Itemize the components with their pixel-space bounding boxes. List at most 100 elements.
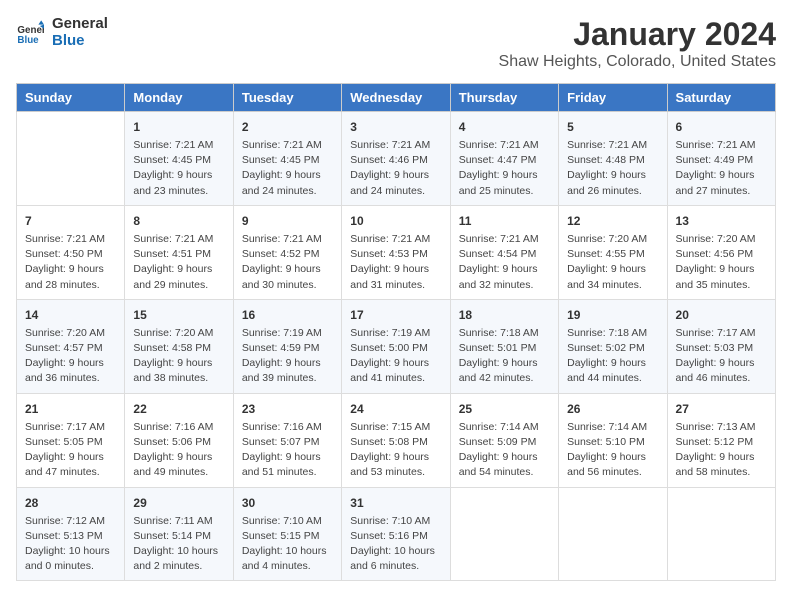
day-number: 18	[459, 306, 550, 324]
day-info: Sunrise: 7:21 AMSunset: 4:47 PMDaylight:…	[459, 138, 550, 199]
day-cell: 9 Sunrise: 7:21 AMSunset: 4:52 PMDaylight…	[233, 205, 341, 299]
day-number: 22	[133, 400, 224, 418]
day-cell: 26Sunrise: 7:14 AMSunset: 5:10 PMDayligh…	[559, 393, 667, 487]
day-number: 31	[350, 494, 441, 512]
day-info: Sunrise: 7:21 AMSunset: 4:54 PMDaylight:…	[459, 232, 550, 293]
month-year-title: January 2024	[499, 16, 776, 53]
day-number: 4	[459, 118, 550, 136]
day-cell: 1 Sunrise: 7:21 AMSunset: 4:45 PMDaylight…	[125, 112, 233, 206]
day-cell: 28Sunrise: 7:12 AMSunset: 5:13 PMDayligh…	[17, 487, 125, 581]
day-info: Sunrise: 7:20 AMSunset: 4:58 PMDaylight:…	[133, 326, 224, 387]
day-cell: 31 Sunrise: 7:10 AMSunset: 5:16 PMDayligh…	[342, 487, 450, 581]
day-info: Sunrise: 7:11 AMSunset: 5:14 PMDaylight:…	[133, 514, 224, 575]
day-number: 11	[459, 212, 550, 230]
day-info: Sunrise: 7:19 AMSunset: 4:59 PMDaylight:…	[242, 326, 333, 387]
day-cell: 12Sunrise: 7:20 AMSunset: 4:55 PMDayligh…	[559, 205, 667, 299]
day-cell: 11 Sunrise: 7:21 AMSunset: 4:54 PMDayligh…	[450, 205, 558, 299]
day-cell: 2Sunrise: 7:21 AMSunset: 4:45 PMDaylight…	[233, 112, 341, 206]
day-cell: 8 Sunrise: 7:21 AMSunset: 4:51 PMDaylight…	[125, 205, 233, 299]
day-number: 8	[133, 212, 224, 230]
title-area: January 2024 Shaw Heights, Colorado, Uni…	[499, 16, 776, 71]
week-row-3: 14 Sunrise: 7:20 AMSunset: 4:57 PMDayligh…	[17, 299, 776, 393]
header: General Blue GeneralBlue January 2024 Sh…	[16, 16, 776, 71]
day-number: 30	[242, 494, 333, 512]
column-header-saturday: Saturday	[667, 84, 775, 112]
day-cell: 16 Sunrise: 7:19 AMSunset: 4:59 PMDayligh…	[233, 299, 341, 393]
day-info: Sunrise: 7:10 AMSunset: 5:16 PMDaylight:…	[350, 514, 441, 575]
day-cell: 15 Sunrise: 7:20 AMSunset: 4:58 PMDayligh…	[125, 299, 233, 393]
day-info: Sunrise: 7:14 AMSunset: 5:09 PMDaylight:…	[459, 420, 550, 481]
day-cell	[559, 487, 667, 581]
day-number: 21	[25, 400, 116, 418]
week-row-5: 28Sunrise: 7:12 AMSunset: 5:13 PMDayligh…	[17, 487, 776, 581]
day-info: Sunrise: 7:10 AMSunset: 5:15 PMDaylight:…	[242, 514, 333, 575]
week-row-4: 21 Sunrise: 7:17 AMSunset: 5:05 PMDayligh…	[17, 393, 776, 487]
day-number: 1	[133, 118, 224, 136]
day-number: 19	[567, 306, 658, 324]
day-info: Sunrise: 7:20 AMSunset: 4:56 PMDaylight:…	[676, 232, 767, 293]
day-cell: 14 Sunrise: 7:20 AMSunset: 4:57 PMDayligh…	[17, 299, 125, 393]
day-info: Sunrise: 7:18 AMSunset: 5:01 PMDaylight:…	[459, 326, 550, 387]
day-info: Sunrise: 7:21 AMSunset: 4:52 PMDaylight:…	[242, 232, 333, 293]
day-info: Sunrise: 7:21 AMSunset: 4:45 PMDaylight:…	[242, 138, 333, 199]
day-info: Sunrise: 7:21 AMSunset: 4:45 PMDaylight:…	[133, 138, 224, 199]
day-info: Sunrise: 7:17 AMSunset: 5:03 PMDaylight:…	[676, 326, 767, 387]
day-number: 27	[676, 400, 767, 418]
day-cell: 30 Sunrise: 7:10 AMSunset: 5:15 PMDayligh…	[233, 487, 341, 581]
day-info: Sunrise: 7:21 AMSunset: 4:50 PMDaylight:…	[25, 232, 116, 293]
day-number: 16	[242, 306, 333, 324]
day-number: 28	[25, 494, 116, 512]
logo: General Blue GeneralBlue	[16, 16, 108, 49]
day-info: Sunrise: 7:17 AMSunset: 5:05 PMDaylight:…	[25, 420, 116, 481]
column-header-sunday: Sunday	[17, 84, 125, 112]
day-cell: 17Sunrise: 7:19 AMSunset: 5:00 PMDayligh…	[342, 299, 450, 393]
day-number: 17	[350, 306, 441, 324]
day-cell: 22 Sunrise: 7:16 AMSunset: 5:06 PMDayligh…	[125, 393, 233, 487]
day-number: 9	[242, 212, 333, 230]
day-number: 6	[676, 118, 767, 136]
day-number: 25	[459, 400, 550, 418]
day-info: Sunrise: 7:21 AMSunset: 4:48 PMDaylight:…	[567, 138, 658, 199]
day-number: 14	[25, 306, 116, 324]
column-header-monday: Monday	[125, 84, 233, 112]
day-info: Sunrise: 7:18 AMSunset: 5:02 PMDaylight:…	[567, 326, 658, 387]
day-cell: 5Sunrise: 7:21 AMSunset: 4:48 PMDaylight…	[559, 112, 667, 206]
day-info: Sunrise: 7:16 AMSunset: 5:06 PMDaylight:…	[133, 420, 224, 481]
logo-icon: General Blue	[16, 19, 44, 47]
svg-text:Blue: Blue	[17, 34, 39, 45]
day-number: 26	[567, 400, 658, 418]
column-header-friday: Friday	[559, 84, 667, 112]
day-cell: 19 Sunrise: 7:18 AMSunset: 5:02 PMDayligh…	[559, 299, 667, 393]
day-cell: 25 Sunrise: 7:14 AMSunset: 5:09 PMDayligh…	[450, 393, 558, 487]
day-cell: 24Sunrise: 7:15 AMSunset: 5:08 PMDayligh…	[342, 393, 450, 487]
day-info: Sunrise: 7:20 AMSunset: 4:55 PMDaylight:…	[567, 232, 658, 293]
week-row-1: 1 Sunrise: 7:21 AMSunset: 4:45 PMDaylight…	[17, 112, 776, 206]
day-info: Sunrise: 7:21 AMSunset: 4:53 PMDaylight:…	[350, 232, 441, 293]
calendar-table: SundayMondayTuesdayWednesdayThursdayFrid…	[16, 83, 776, 581]
day-number: 20	[676, 306, 767, 324]
day-info: Sunrise: 7:13 AMSunset: 5:12 PMDaylight:…	[676, 420, 767, 481]
day-number: 7	[25, 212, 116, 230]
day-cell: 18 Sunrise: 7:18 AMSunset: 5:01 PMDayligh…	[450, 299, 558, 393]
day-number: 23	[242, 400, 333, 418]
day-info: Sunrise: 7:21 AMSunset: 4:49 PMDaylight:…	[676, 138, 767, 199]
day-cell: 21 Sunrise: 7:17 AMSunset: 5:05 PMDayligh…	[17, 393, 125, 487]
logo-text: GeneralBlue	[52, 16, 108, 49]
day-cell: 3Sunrise: 7:21 AMSunset: 4:46 PMDaylight…	[342, 112, 450, 206]
day-cell	[450, 487, 558, 581]
day-info: Sunrise: 7:21 AMSunset: 4:51 PMDaylight:…	[133, 232, 224, 293]
day-cell	[17, 112, 125, 206]
week-row-2: 7 Sunrise: 7:21 AMSunset: 4:50 PMDaylight…	[17, 205, 776, 299]
day-number: 24	[350, 400, 441, 418]
day-cell: 6 Sunrise: 7:21 AMSunset: 4:49 PMDaylight…	[667, 112, 775, 206]
day-cell: 23Sunrise: 7:16 AMSunset: 5:07 PMDayligh…	[233, 393, 341, 487]
day-number: 10	[350, 212, 441, 230]
day-cell: 13Sunrise: 7:20 AMSunset: 4:56 PMDayligh…	[667, 205, 775, 299]
day-cell: 10 Sunrise: 7:21 AMSunset: 4:53 PMDayligh…	[342, 205, 450, 299]
column-header-wednesday: Wednesday	[342, 84, 450, 112]
day-info: Sunrise: 7:21 AMSunset: 4:46 PMDaylight:…	[350, 138, 441, 199]
day-info: Sunrise: 7:20 AMSunset: 4:57 PMDaylight:…	[25, 326, 116, 387]
day-number: 15	[133, 306, 224, 324]
column-header-thursday: Thursday	[450, 84, 558, 112]
day-cell: 27 Sunrise: 7:13 AMSunset: 5:12 PMDayligh…	[667, 393, 775, 487]
